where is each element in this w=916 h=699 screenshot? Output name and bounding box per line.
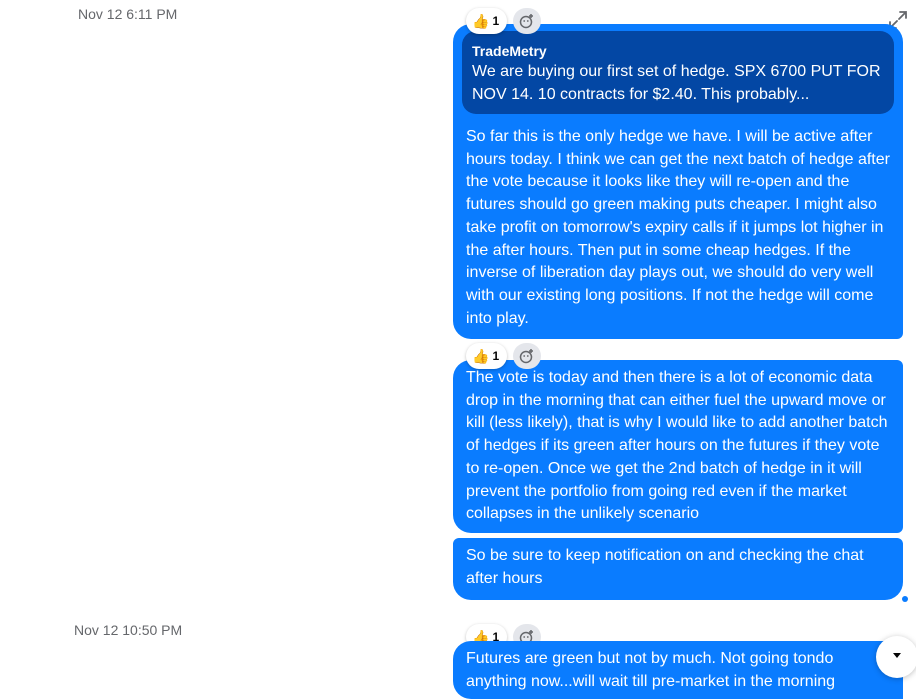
reaction-count: 1 [492, 349, 500, 363]
reaction-pill[interactable]: 👍 1 [466, 8, 508, 34]
message-bubble[interactable]: The vote is today and then there is a lo… [453, 360, 903, 533]
reaction-row: 👍 1 [466, 8, 542, 34]
add-reaction-icon[interactable] [513, 8, 542, 34]
message-text: The vote is today and then there is a lo… [466, 369, 888, 523]
thumbs-up-icon: 👍 [472, 12, 490, 29]
reaction-pill[interactable]: 👍 1 [466, 343, 508, 369]
reaction-row: 👍 1 [466, 343, 542, 369]
add-reaction-icon[interactable] [513, 343, 542, 369]
timestamp: Nov 12 10:50 PM [74, 622, 183, 638]
quoted-message[interactable]: TradeMetry We are buying our first set o… [462, 31, 894, 114]
seen-dot [902, 596, 908, 602]
message-text: So be sure to keep notification on and c… [466, 547, 864, 587]
message-bubble[interactable]: TradeMetry We are buying our first set o… [453, 24, 903, 339]
quote-text: We are buying our first set of hedge. SP… [472, 63, 881, 103]
timestamp: Nov 12 6:11 PM [78, 6, 178, 22]
scroll-to-bottom-button[interactable] [876, 636, 916, 678]
thumbs-up-icon: 👍 [472, 347, 490, 364]
chevron-down-icon [890, 648, 904, 667]
message-text: Futures are green but not by much. Not g… [466, 650, 836, 690]
message-bubble[interactable]: Futures are green but not by much. Not g… [453, 641, 903, 699]
quote-author: TradeMetry [472, 43, 547, 59]
message-text: So far this is the only hedge we have. I… [466, 128, 890, 327]
reaction-count: 1 [492, 14, 500, 28]
message-bubble[interactable]: So be sure to keep notification on and c… [453, 538, 903, 600]
